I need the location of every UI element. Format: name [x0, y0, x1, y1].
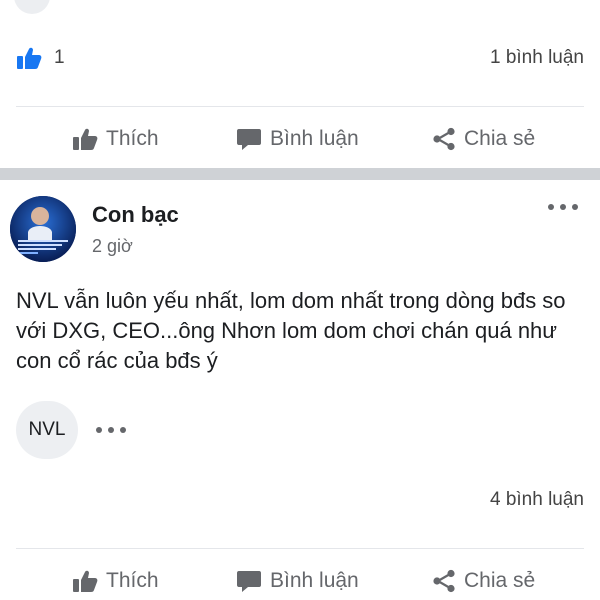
share-icon: [433, 127, 455, 151]
avatar-image: [10, 196, 76, 262]
more-dots-icon: [108, 427, 114, 433]
tag-more-button[interactable]: [96, 427, 126, 433]
share-label: Chia sẻ: [464, 127, 536, 150]
more-dots-icon: [548, 204, 554, 210]
like-label: Thích: [106, 127, 159, 150]
comment-count[interactable]: 1 bình luận: [490, 47, 584, 69]
post-actions: Thích Bình luận Chia sẻ: [0, 556, 600, 600]
tag-row: NVL: [16, 400, 126, 460]
divider: [16, 106, 584, 107]
comment-count[interactable]: 4 bình luận: [490, 489, 584, 511]
comment-button[interactable]: Bình luận: [236, 569, 359, 593]
like-count: 1: [54, 47, 65, 68]
post-text: NVL vẫn luôn yếu nhất, lom dom nhất tron…: [16, 288, 566, 373]
comment-label: Bình luận: [270, 127, 359, 150]
tag-chip[interactable]: NVL: [16, 401, 78, 459]
share-button[interactable]: Chia sẻ: [432, 569, 535, 593]
post-time[interactable]: 2 giờ: [92, 236, 133, 257]
share-button[interactable]: Chia sẻ: [432, 127, 535, 151]
thumbs-up-icon: [73, 128, 98, 150]
comment-label: Bình luận: [270, 569, 359, 592]
comment-bubble-icon: [237, 571, 261, 592]
author-name[interactable]: Con bạc: [92, 202, 179, 228]
comment-bubble-icon: [237, 129, 261, 150]
avatar[interactable]: [10, 196, 76, 262]
reaction-summary[interactable]: 1: [16, 46, 65, 70]
divider: [16, 548, 584, 549]
thumbs-up-icon: [17, 47, 42, 69]
like-button[interactable]: Thích: [72, 569, 159, 593]
more-options-button[interactable]: [548, 204, 578, 210]
share-label: Chia sẻ: [464, 569, 536, 592]
more-dots-icon: [560, 204, 566, 210]
more-dots-icon: [96, 427, 102, 433]
like-button[interactable]: Thích: [72, 127, 159, 151]
previous-post-stats: 1 1 bình luận: [0, 38, 600, 78]
like-label: Thích: [106, 569, 159, 592]
comment-button[interactable]: Bình luận: [236, 127, 359, 151]
post-stats: 4 bình luận: [0, 480, 600, 520]
thumbs-up-icon: [73, 570, 98, 592]
share-icon: [433, 569, 455, 593]
more-dots-icon: [120, 427, 126, 433]
post-header: Con bạc 2 giờ: [0, 190, 600, 270]
previous-post-actions: Thích Bình luận Chia sẻ: [0, 114, 600, 164]
feed-separator: [0, 168, 600, 180]
previous-comment-stub: [14, 0, 50, 14]
more-dots-icon: [572, 204, 578, 210]
